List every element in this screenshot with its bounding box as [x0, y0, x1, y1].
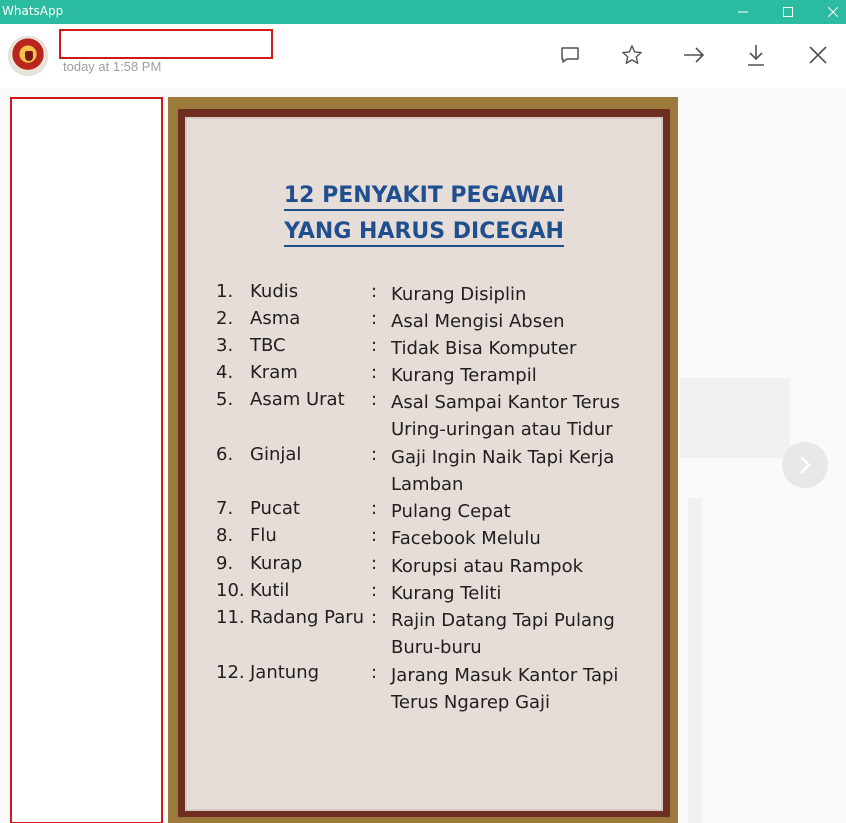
list-item-colon: : [371, 553, 378, 574]
list-item-meaning: Kurang Terampil [391, 365, 537, 386]
list-item-meaning: Tidak Bisa Komputer [391, 338, 577, 359]
list-item-num: 10. [216, 580, 245, 601]
list-item-colon: : [371, 335, 378, 356]
list-item-disease: Asam Urat [250, 389, 345, 410]
window-close-button[interactable] [810, 0, 846, 24]
timestamp: today at 1:58 PM [63, 59, 162, 74]
avatar[interactable] [8, 36, 48, 76]
list-item-colon: : [371, 580, 378, 601]
list-item-meaning: Rajin Datang Tapi Pulang Buru-buru [391, 610, 615, 658]
list-item-colon: : [371, 362, 378, 383]
close-icon [809, 46, 827, 64]
poster-title-line2: YANG HARUS DICEGAH [187, 219, 661, 247]
list-item-disease: Jantung [250, 662, 320, 683]
reply-icon [561, 47, 579, 63]
star-icon [622, 45, 642, 64]
list-item-num: 4. [216, 362, 234, 383]
download-button[interactable] [741, 40, 771, 70]
next-media-button[interactable] [782, 442, 828, 488]
list-item-disease: Kram [250, 362, 298, 383]
sender-name-redacted [59, 29, 273, 59]
media-viewer-header: today at 1:58 PM [0, 24, 846, 88]
minimize-icon [738, 11, 748, 13]
redacted-region [10, 97, 163, 823]
list-item-meaning: Asal Mengisi Absen [391, 311, 565, 332]
list-item-disease: Radang Paru [250, 607, 365, 628]
list-item-disease: Flu [250, 525, 277, 546]
list-item-disease: Kurap [250, 553, 303, 574]
list-item-colon: : [371, 281, 378, 302]
close-icon [828, 7, 838, 17]
media-viewer: 12 PENYAKIT PEGAWAI YANG HARUS DICEGAH 1… [0, 88, 846, 823]
poster-frame: 12 PENYAKIT PEGAWAI YANG HARUS DICEGAH 1… [178, 109, 670, 817]
list-item-num: 6. [216, 444, 234, 465]
minimize-button[interactable] [720, 0, 766, 24]
list-item-meaning: Korupsi atau Rampok [391, 556, 584, 577]
list-item-meaning: Pulang Cepat [391, 501, 511, 522]
list-item-num: 3. [216, 335, 234, 356]
list-item-meaning: Asal Sampai Kantor Terus Uring-uringan a… [391, 392, 620, 440]
poster-title-line1: 12 PENYAKIT PEGAWAI [187, 183, 661, 211]
list-item-disease: TBC [250, 335, 286, 356]
close-viewer-button[interactable] [803, 40, 833, 70]
list-item-num: 11. [216, 607, 245, 628]
list-item-colon: : [371, 389, 378, 410]
list-item-disease: Ginjal [250, 444, 302, 465]
maximize-icon [783, 7, 793, 17]
list-item-colon: : [371, 607, 378, 628]
poster-board: 12 PENYAKIT PEGAWAI YANG HARUS DICEGAH 1… [185, 117, 663, 811]
list-item-meaning: Gaji Ingin Naik Tapi Kerja Lamban [391, 447, 615, 495]
list-item-disease: Kudis [250, 281, 299, 302]
app-title: WhatsApp [2, 4, 64, 18]
maximize-button[interactable] [765, 0, 811, 24]
list-item-num: 12. [216, 662, 245, 683]
list-item-colon: : [371, 498, 378, 519]
list-item-meaning: Jarang Masuk Kantor Tapi Terus Ngarep Ga… [391, 665, 619, 713]
list-item-num: 1. [216, 281, 234, 302]
list-item-disease: Asma [250, 308, 301, 329]
media-image: 12 PENYAKIT PEGAWAI YANG HARUS DICEGAH 1… [168, 97, 678, 823]
download-icon [748, 45, 764, 66]
list-item-disease: Kutil [250, 580, 290, 601]
list-item-colon: : [371, 444, 378, 465]
chevron-right-icon [800, 456, 811, 474]
star-button[interactable] [617, 40, 647, 70]
list-item-num: 7. [216, 498, 234, 519]
window-titlebar: WhatsApp [0, 0, 846, 24]
list-item-disease: Pucat [250, 498, 300, 519]
background-scroll-strip [688, 498, 702, 823]
list-item-num: 5. [216, 389, 234, 410]
list-item-meaning: Kurang Teliti [391, 583, 502, 604]
list-item-num: 2. [216, 308, 234, 329]
list-item-meaning: Kurang Disiplin [391, 284, 527, 305]
reply-button[interactable] [555, 40, 585, 70]
list-item-num: 8. [216, 525, 234, 546]
list-item-colon: : [371, 662, 378, 683]
forward-button[interactable] [679, 40, 709, 70]
list-item-num: 9. [216, 553, 234, 574]
list-item-meaning: Facebook Melulu [391, 528, 541, 549]
background-message [680, 378, 790, 458]
list-item-colon: : [371, 525, 378, 546]
list-item-colon: : [371, 308, 378, 329]
forward-icon [684, 47, 705, 63]
